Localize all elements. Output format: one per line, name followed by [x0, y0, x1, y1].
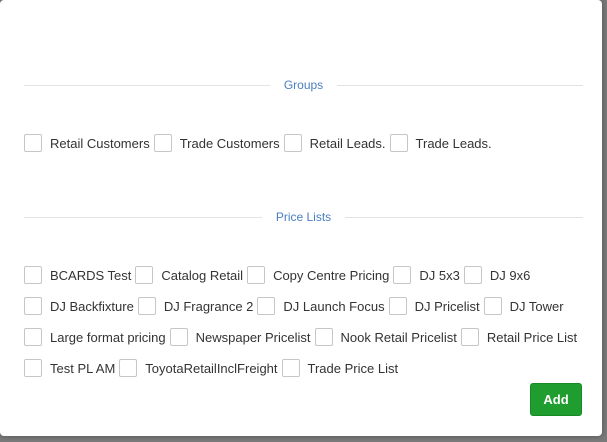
divider	[24, 84, 270, 86]
checkbox[interactable]	[281, 359, 300, 377]
price-list-option-newspaper-pricelist[interactable]: Newspaper Pricelist	[169, 328, 311, 346]
price-list-option-catalog-retail[interactable]: Catalog Retail	[135, 266, 243, 284]
divider	[345, 216, 584, 218]
checkbox-label: Trade Leads.	[415, 135, 492, 151]
group-option-trade-customers[interactable]: Trade Customers	[153, 134, 280, 152]
checkbox-label: Trade Price List	[307, 360, 399, 376]
checkbox-label: Copy Centre Pricing	[273, 267, 390, 283]
checkbox[interactable]	[24, 266, 42, 284]
groups-title: Groups	[283, 78, 324, 92]
checkbox[interactable]	[257, 297, 276, 315]
price-list-row: BCARDS Test Catalog Retail Copy Centre P…	[24, 264, 534, 286]
checkbox[interactable]	[135, 266, 154, 284]
checkbox[interactable]	[388, 297, 407, 315]
checkbox[interactable]	[24, 134, 42, 152]
checkbox-label: DJ Launch Focus	[283, 298, 385, 314]
checkbox[interactable]	[314, 328, 333, 346]
price-list-option-dj-9x6[interactable]: DJ 9x6	[463, 266, 531, 284]
checkbox-label: Large format pricing	[50, 329, 166, 345]
checkbox[interactable]	[169, 328, 188, 346]
checkbox-label: Trade Customers	[179, 135, 280, 151]
divider	[24, 216, 262, 218]
checkbox-label: ToyotaRetailInclFreight	[145, 360, 278, 376]
price-list-option-bcards-test[interactable]: BCARDS Test	[24, 266, 131, 284]
checkbox[interactable]	[137, 297, 156, 315]
checkbox-label: Test PL AM	[50, 360, 116, 376]
price-list-option-dj-fragrance-2[interactable]: DJ Fragrance 2	[137, 297, 254, 315]
price-list-option-large-format-pricing[interactable]: Large format pricing	[24, 328, 166, 346]
price-list-option-copy-centre-pricing[interactable]: Copy Centre Pricing	[247, 266, 389, 284]
checkbox-label: DJ Tower	[509, 298, 564, 314]
add-button[interactable]: Add	[530, 383, 582, 416]
price-list-row: DJ Backfixture DJ Fragrance 2 DJ Launch …	[24, 295, 568, 317]
checkbox-label: BCARDS Test	[50, 267, 132, 283]
groups-checkbox-row: Retail Customers Trade Customers Retail …	[24, 132, 496, 154]
checkbox[interactable]	[119, 359, 138, 377]
price-list-option-toyota-retail-incl-freight[interactable]: ToyotaRetailInclFreight	[119, 359, 278, 377]
groups-section-header: Groups	[24, 75, 584, 95]
price-list-row: Large format pricing Newspaper Pricelist…	[24, 326, 581, 348]
price-list-option-dj-launch-focus[interactable]: DJ Launch Focus	[257, 297, 385, 315]
checkbox[interactable]	[389, 134, 408, 152]
price-list-option-dj-backfixture[interactable]: DJ Backfixture	[24, 297, 134, 315]
group-option-retail-customers[interactable]: Retail Customers	[24, 134, 150, 152]
checkbox[interactable]	[153, 134, 172, 152]
checkbox[interactable]	[483, 297, 502, 315]
checkbox-label: Newspaper Pricelist	[195, 329, 311, 345]
checkbox-label: Retail Customers	[50, 135, 150, 151]
price-list-option-nook-retail-pricelist[interactable]: Nook Retail Pricelist	[314, 328, 457, 346]
checkbox-label: DJ 5x3	[419, 267, 460, 283]
add-to-lists-dialog: Groups Retail Customers Trade Customers …	[0, 0, 602, 436]
checkbox[interactable]	[463, 266, 482, 284]
checkbox-label: DJ Backfixture	[50, 298, 134, 314]
checkbox-label: DJ Fragrance 2	[163, 298, 254, 314]
checkbox-label: DJ Pricelist	[414, 298, 480, 314]
price-list-option-dj-tower[interactable]: DJ Tower	[483, 297, 564, 315]
checkbox-label: Retail Leads.	[309, 135, 386, 151]
price-list-option-test-pl-am[interactable]: Test PL AM	[24, 359, 115, 377]
price-list-option-trade-price-list[interactable]: Trade Price List	[281, 359, 399, 377]
checkbox-label: Nook Retail Pricelist	[340, 329, 457, 345]
price-lists-section-header: Price Lists	[24, 207, 584, 227]
checkbox-label: Retail Price List	[486, 329, 578, 345]
checkbox[interactable]	[247, 266, 266, 284]
checkbox[interactable]	[460, 328, 479, 346]
checkbox[interactable]	[283, 134, 302, 152]
checkbox[interactable]	[24, 328, 42, 346]
group-option-trade-leads[interactable]: Trade Leads.	[389, 134, 492, 152]
checkbox[interactable]	[393, 266, 412, 284]
divider	[337, 84, 584, 86]
price-list-row: Test PL AM ToyotaRetailInclFreight Trade…	[24, 357, 402, 379]
price-list-option-dj-pricelist[interactable]: DJ Pricelist	[388, 297, 480, 315]
group-option-retail-leads[interactable]: Retail Leads.	[283, 134, 386, 152]
checkbox-label: Catalog Retail	[161, 267, 244, 283]
price-list-option-dj-5x3[interactable]: DJ 5x3	[393, 266, 460, 284]
checkbox[interactable]	[24, 359, 42, 377]
checkbox[interactable]	[24, 297, 42, 315]
price-lists-title: Price Lists	[275, 210, 332, 224]
price-list-option-retail-price-list[interactable]: Retail Price List	[460, 328, 578, 346]
checkbox-label: DJ 9x6	[489, 267, 531, 283]
